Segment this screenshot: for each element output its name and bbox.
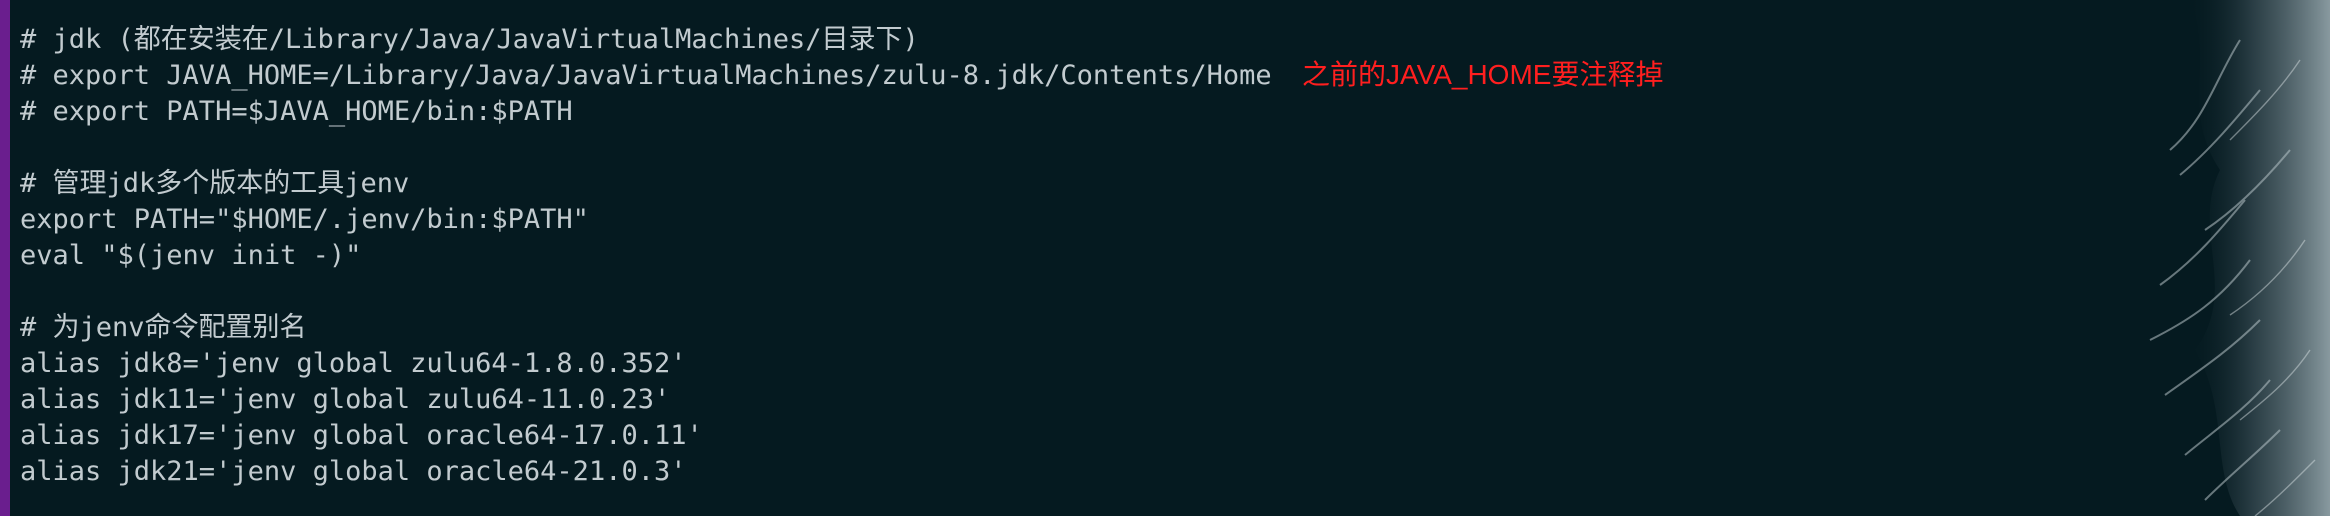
terminal-output[interactable]: # jdk (都在安装在/Library/Java/JavaVirtualMac… — [20, 22, 1272, 490]
java-home-annotation: 之前的JAVA_HOME要注释掉 — [1302, 59, 1664, 90]
code-line: # 管理jdk多个版本的工具jenv — [20, 168, 410, 199]
wolf-fur-icon — [2149, 0, 2330, 516]
left-accent-bar — [0, 0, 10, 516]
code-line: # export PATH=$JAVA_HOME/bin:$PATH — [20, 96, 573, 127]
code-line: eval "$(jenv init -)" — [20, 240, 362, 271]
code-line: export PATH="$HOME/.jenv/bin:$PATH" — [20, 204, 589, 235]
code-line: # export JAVA_HOME=/Library/Java/JavaVir… — [20, 60, 1272, 91]
code-line: alias jdk11='jenv global zulu64-11.0.23' — [20, 384, 671, 415]
code-line: alias jdk17='jenv global oracle64-17.0.1… — [20, 420, 703, 451]
code-line: # 为jenv命令配置别名 — [20, 312, 307, 343]
code-line: alias jdk8='jenv global zulu64-1.8.0.352… — [20, 348, 687, 379]
code-line: alias jdk21='jenv global oracle64-21.0.3… — [20, 456, 687, 487]
code-line: # jdk (都在安装在/Library/Java/JavaVirtualMac… — [20, 24, 919, 55]
terminal-window[interactable]: # jdk (都在安装在/Library/Java/JavaVirtualMac… — [0, 0, 2330, 516]
